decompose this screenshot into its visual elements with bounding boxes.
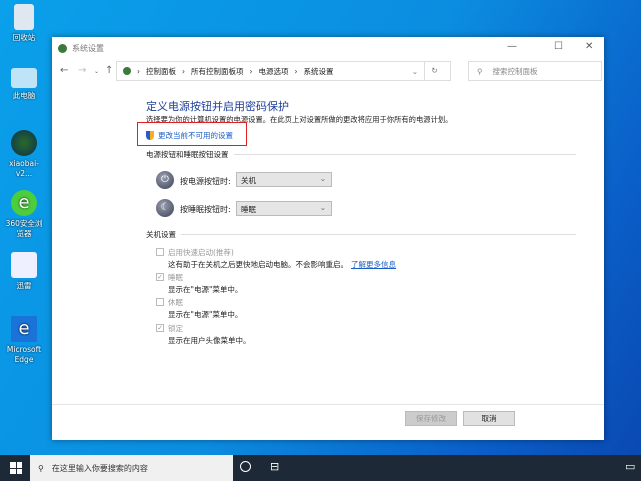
xiaobai-icon bbox=[11, 130, 37, 156]
breadcrumb-item[interactable]: 系统设置 bbox=[304, 66, 334, 77]
control-panel-icon bbox=[58, 43, 67, 53]
sleep-button-icon: ☾ bbox=[156, 199, 174, 217]
breadcrumb-item[interactable]: 控制面板 bbox=[146, 66, 176, 77]
icon-label: 360安全浏览器 bbox=[5, 219, 43, 238]
select-value: 关机 bbox=[241, 176, 256, 185]
up-button[interactable]: ↑ bbox=[105, 65, 113, 76]
select-value: 睡眠 bbox=[241, 205, 256, 214]
icon-label: Microsoft Edge bbox=[6, 345, 42, 364]
refresh-button[interactable]: ↻ bbox=[424, 62, 444, 80]
section-title: 关机设置 bbox=[146, 230, 176, 239]
xunlei-icon bbox=[11, 252, 37, 278]
sleep-label: 睡眠 bbox=[168, 273, 183, 282]
lock-label: 锁定 bbox=[168, 324, 183, 333]
notification-button[interactable]: ▭ bbox=[625, 460, 635, 473]
recent-dropdown[interactable]: ⌄ bbox=[94, 68, 99, 75]
fast-startup-checkbox[interactable] bbox=[156, 248, 164, 256]
desktop-icon-xiaobai[interactable]: xiaobai-v2... bbox=[2, 130, 46, 179]
search-placeholder: 在这里输入你要搜索的内容 bbox=[51, 463, 148, 473]
save-button[interactable]: 保存修改 bbox=[405, 411, 457, 426]
cortana-button[interactable] bbox=[240, 461, 251, 472]
section-title: 电源按钮和睡眠按钮设置 bbox=[146, 150, 229, 159]
taskbar-search-input[interactable]: ⚲ 在这里输入你要搜索的内容 bbox=[30, 455, 233, 481]
desktop-icon-xunlei[interactable]: 迅雷 bbox=[2, 252, 46, 291]
page-title: 定义电源按钮并启用密码保护 bbox=[146, 100, 289, 113]
control-panel-icon bbox=[123, 67, 131, 75]
icon-label: xiaobai-v2... bbox=[9, 159, 39, 178]
icon-label: 此电脑 bbox=[12, 91, 36, 100]
search-icon: ⚲ bbox=[38, 463, 44, 473]
recycle-bin-icon bbox=[14, 4, 34, 30]
sleep-desc: 显示在"电源"菜单中。 bbox=[168, 285, 243, 294]
cancel-button[interactable]: 取消 bbox=[463, 411, 515, 426]
breadcrumb-item[interactable]: 所有控制面板项 bbox=[191, 66, 244, 77]
back-button[interactable]: ← bbox=[60, 65, 68, 76]
fast-startup-label: 启用快速启动(推荐) bbox=[168, 248, 234, 257]
forward-button[interactable]: → bbox=[78, 65, 86, 76]
taskbar: ⚲ 在这里输入你要搜索的内容 ⊟ ▭ bbox=[0, 455, 641, 481]
chevron-down-icon[interactable]: ⌄ bbox=[412, 67, 418, 76]
sleep-button-select[interactable]: 睡眠 ⌄ bbox=[236, 201, 332, 216]
title-bar: 系统设置 — ☐ ✕ bbox=[52, 37, 604, 59]
system-settings-window: 系统设置 — ☐ ✕ ← → ⌄ ↑ › 控制面板 › 所有控制面板项 › 电源选项 … bbox=[52, 37, 604, 440]
address-bar[interactable]: › 控制面板 › 所有控制面板项 › 电源选项 › 系统设置 ⌄ ↻ bbox=[116, 61, 451, 81]
desktop-icon-360-browser[interactable]: e 360安全浏览器 bbox=[2, 190, 46, 239]
computer-icon bbox=[11, 68, 37, 88]
chevron-down-icon: ⌄ bbox=[319, 203, 326, 212]
minimize-button[interactable]: — bbox=[507, 41, 517, 52]
section-power-buttons: 电源按钮和睡眠按钮设置 bbox=[146, 149, 576, 160]
footer-divider bbox=[52, 404, 604, 405]
lock-desc: 显示在用户头像菜单中。 bbox=[168, 336, 251, 345]
desktop-icon-this-pc[interactable]: 此电脑 bbox=[2, 68, 46, 101]
start-button[interactable] bbox=[10, 462, 22, 474]
hibernate-label: 休眠 bbox=[168, 298, 183, 307]
search-input[interactable]: ⚲ 搜索控制面板 bbox=[468, 61, 602, 81]
learn-more-link[interactable]: 了解更多信息 bbox=[351, 260, 396, 269]
maximize-button[interactable]: ☐ bbox=[554, 41, 563, 52]
hibernate-desc: 显示在"电源"菜单中。 bbox=[168, 310, 243, 319]
desktop-icon-recycle-bin[interactable]: 回收站 bbox=[2, 4, 46, 43]
window-title: 系统设置 bbox=[72, 43, 104, 53]
icon-label: 迅雷 bbox=[16, 281, 32, 290]
sleep-button-label: 按睡眠按钮时: bbox=[180, 205, 231, 214]
task-view-button[interactable]: ⊟ bbox=[270, 460, 279, 473]
highlight-box bbox=[137, 122, 247, 146]
search-icon: ⚲ bbox=[477, 66, 483, 76]
power-button-select[interactable]: 关机 ⌄ bbox=[236, 172, 332, 187]
fast-startup-desc: 这有助于在关机之后更快地启动电脑。不会影响重启。 了解更多信息 bbox=[168, 259, 396, 270]
breadcrumb-item[interactable]: 电源选项 bbox=[259, 66, 289, 77]
desc-text: 这有助于在关机之后更快地启动电脑。不会影响重启。 bbox=[168, 260, 348, 269]
close-button[interactable]: ✕ bbox=[585, 41, 593, 52]
sleep-checkbox[interactable]: ✓ bbox=[156, 273, 164, 281]
power-button-icon: ⏻ bbox=[156, 171, 174, 189]
section-shutdown: 关机设置 bbox=[146, 229, 576, 240]
desktop-icon-edge[interactable]: e Microsoft Edge bbox=[2, 316, 46, 365]
chevron-down-icon: ⌄ bbox=[319, 174, 326, 183]
power-button-label: 按电源按钮时: bbox=[180, 177, 231, 186]
360-browser-icon: e bbox=[11, 190, 37, 216]
lock-checkbox[interactable]: ✓ bbox=[156, 324, 164, 332]
search-placeholder: 搜索控制面板 bbox=[492, 66, 538, 76]
edge-icon: e bbox=[11, 316, 37, 342]
hibernate-checkbox[interactable] bbox=[156, 298, 164, 306]
icon-label: 回收站 bbox=[12, 33, 36, 42]
